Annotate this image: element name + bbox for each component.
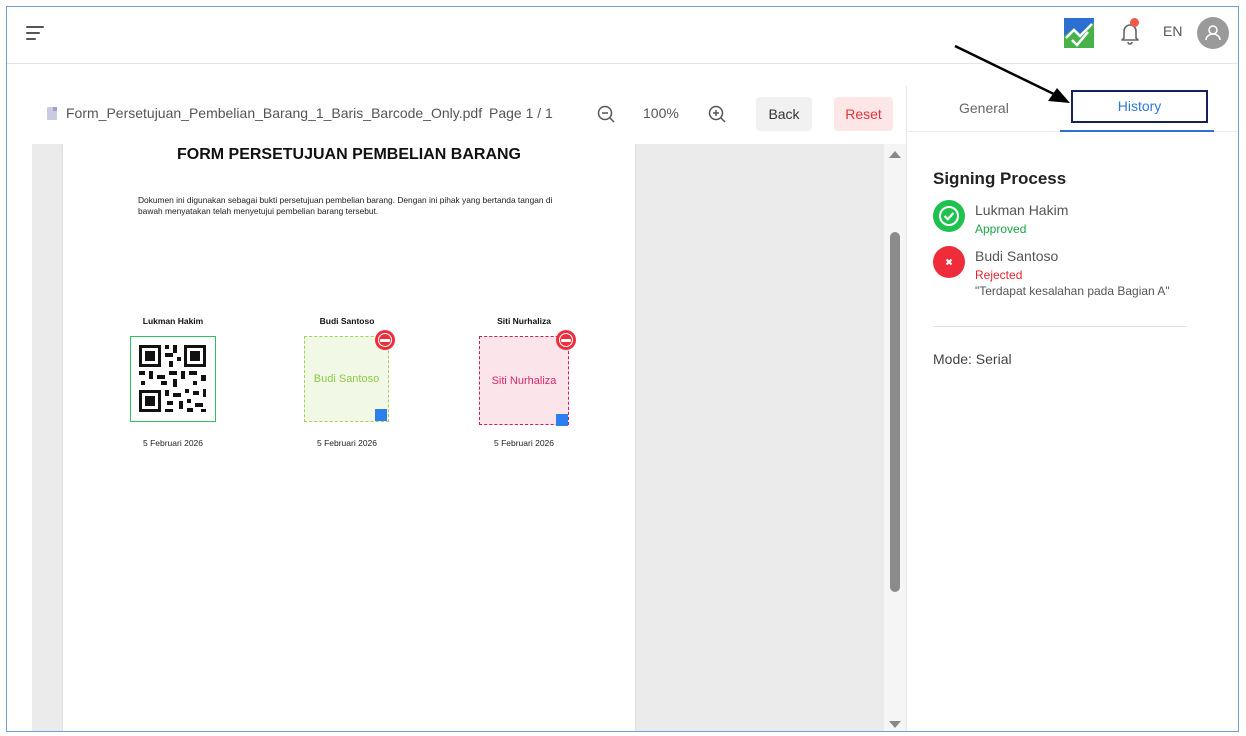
signer-name-budi: Budi Santoso xyxy=(319,316,375,326)
signer-date-lukman: 5 Februari 2026 xyxy=(142,438,203,448)
signing-mode: Mode: Serial xyxy=(933,351,1012,367)
signer-name-lukman: Lukman Hakim xyxy=(142,316,204,326)
signature-placeholder-siti[interactable]: Siti Nurhaliza xyxy=(479,336,569,425)
app-window: EN Form_Persetujuan_Pembelian_Barang_1_B… xyxy=(6,6,1239,732)
resize-handle-budi[interactable] xyxy=(375,409,387,421)
qr-code-icon xyxy=(139,345,206,412)
app-logo-icon xyxy=(1064,18,1094,48)
pdf-viewer[interactable]: FORM PERSETUJUAN PEMBELIAN BARANG Dokume… xyxy=(32,144,907,731)
tab-history[interactable]: History xyxy=(1071,90,1208,123)
tab-general[interactable]: General xyxy=(959,100,1009,116)
zoom-out-icon[interactable] xyxy=(595,103,617,125)
language-switcher[interactable]: EN xyxy=(1163,23,1182,39)
back-button[interactable]: Back xyxy=(756,97,812,131)
page-indicator: Page 1 / 1 xyxy=(489,105,553,121)
placeholder-label-siti: Siti Nurhaliza xyxy=(491,374,557,387)
remove-signature-siti-icon[interactable] xyxy=(556,330,576,350)
reset-button[interactable]: Reset xyxy=(834,97,893,131)
signer-name-siti: Siti Nurhaliza xyxy=(497,316,551,326)
user-avatar[interactable] xyxy=(1197,17,1229,49)
scroll-down-icon[interactable] xyxy=(889,721,901,728)
zoom-level: 100% xyxy=(643,105,679,121)
placeholder-label-budi: Budi Santoso xyxy=(313,373,380,385)
signer-date-budi: 5 Februari 2026 xyxy=(316,438,377,448)
remove-signature-budi-icon[interactable] xyxy=(375,330,395,350)
signer-date-siti: 5 Februari 2026 xyxy=(493,438,554,448)
file-name: Form_Persetujuan_Pembelian_Barang_1_Bari… xyxy=(66,105,483,121)
scroll-up-icon[interactable] xyxy=(889,151,901,158)
user-icon xyxy=(1205,25,1221,41)
panel-tabs: General History xyxy=(907,86,1238,132)
step-status-budi: Rejected xyxy=(975,268,1023,282)
step-note-budi: "Terdapat kesalahan pada Bagian A" xyxy=(975,284,1170,298)
x-circle-icon xyxy=(933,246,965,278)
notification-badge xyxy=(1130,18,1139,27)
step-status-lukman: Approved xyxy=(975,222,1027,236)
viewer-scrollbar[interactable] xyxy=(884,144,907,731)
pdf-page: FORM PERSETUJUAN PEMBELIAN BARANG Dokume… xyxy=(63,144,635,731)
qr-code-signature xyxy=(130,336,216,422)
scrollbar-thumb[interactable] xyxy=(890,232,900,592)
divider xyxy=(933,326,1187,327)
document-description: Dokumen ini digunakan sebagai bukti pers… xyxy=(138,195,553,216)
active-tab-indicator xyxy=(1060,130,1214,132)
hamburger-menu-icon[interactable] xyxy=(26,24,48,44)
side-panel: General History Signing Process Lukman H… xyxy=(906,86,1238,731)
file-icon xyxy=(47,107,57,120)
top-bar: EN xyxy=(7,7,1238,64)
step-name-lukman: Lukman Hakim xyxy=(975,202,1069,218)
check-circle-icon xyxy=(933,200,965,232)
step-name-budi: Budi Santoso xyxy=(975,248,1059,264)
signing-process-title: Signing Process xyxy=(933,169,1067,188)
resize-handle-siti[interactable] xyxy=(556,414,568,426)
zoom-in-icon[interactable] xyxy=(706,103,728,125)
document-toolbar: Form_Persetujuan_Pembelian_Barang_1_Bari… xyxy=(7,92,907,136)
document-title: FORM PERSETUJUAN PEMBELIAN BARANG xyxy=(176,146,521,163)
